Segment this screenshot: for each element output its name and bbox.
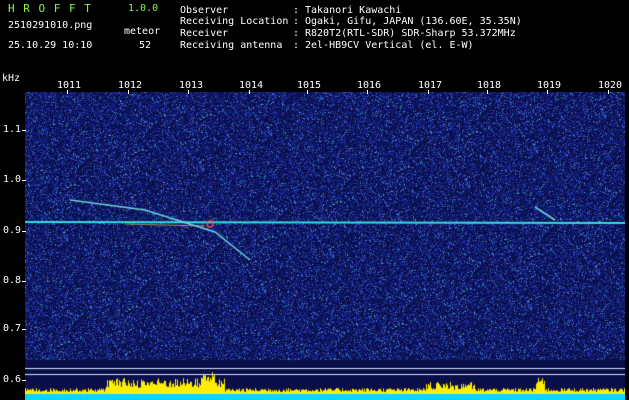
capture-datetime: 25.10.29 10:10 <box>8 40 93 51</box>
antenna-value: 2el-HB9CV Vertical (el. E-W) <box>305 40 474 51</box>
receiver-label: Receiver <box>180 28 229 39</box>
y-tick-label: 0.9 <box>3 225 22 236</box>
image-filename: 2510291010.png <box>8 20 93 31</box>
location-label: Receiving Location <box>180 16 289 27</box>
y-tick-mark <box>22 231 26 232</box>
y-tick-mark <box>22 380 26 381</box>
x-tick-mark <box>487 90 488 94</box>
x-tick-mark <box>608 90 609 94</box>
hroft-window: H R O F F T 1.0.0 2510291010.png 25.10.2… <box>0 0 629 400</box>
observer-value: Takanori Kawachi <box>305 5 402 16</box>
x-tick-label: 1017 <box>418 80 443 91</box>
antenna-label: Receiving antenna <box>180 40 283 51</box>
x-tick-label: 1018 <box>477 80 502 91</box>
x-tick-mark <box>188 90 189 94</box>
x-tick-label: 1020 <box>598 80 623 91</box>
receiver-value: R820T2(RTL-SDR) SDR-Sharp 53.372MHz <box>305 28 516 39</box>
x-tick-mark <box>547 90 548 94</box>
x-tick-label: 1011 <box>57 80 82 91</box>
location-sep: : <box>293 16 300 27</box>
y-tick-label: 0.7 <box>3 323 22 334</box>
observer-sep: : <box>293 5 300 16</box>
y-tick-label: 1.0 <box>3 174 22 185</box>
x-tick-label: 1019 <box>537 80 562 91</box>
x-tick-label: 1015 <box>297 80 322 91</box>
x-tick-mark <box>249 90 250 94</box>
x-tick-mark <box>307 90 308 94</box>
location-value: Ogaki, Gifu, JAPAN (136.60E, 35.35N) <box>305 16 522 27</box>
spectrogram-plot <box>25 92 625 400</box>
y-unit-label: kHz <box>2 73 21 84</box>
x-tick-mark <box>367 90 368 94</box>
y-tick-mark <box>22 281 26 282</box>
x-tick-label: 1014 <box>239 80 264 91</box>
app-title: H R O F F T <box>8 2 92 15</box>
y-tick-mark <box>22 180 26 181</box>
x-tick-label: 1016 <box>357 80 382 91</box>
x-tick-mark <box>67 90 68 94</box>
observer-label: Observer <box>180 5 229 16</box>
x-tick-label: 1012 <box>118 80 143 91</box>
antenna-sep: : <box>293 40 300 51</box>
x-tick-mark <box>128 90 129 94</box>
x-tick-label: 1013 <box>179 80 204 91</box>
app-version: 1.0.0 <box>128 3 159 14</box>
meteor-count: 52 <box>139 40 152 51</box>
receiver-sep: : <box>293 28 300 39</box>
y-tick-mark <box>22 130 26 131</box>
x-tick-mark <box>428 90 429 94</box>
y-tick-mark <box>22 329 26 330</box>
y-tick-label: 0.8 <box>3 275 22 286</box>
y-tick-label: 0.6 <box>3 374 22 385</box>
y-tick-label: 1.1 <box>3 124 22 135</box>
meteor-label: meteor <box>124 26 161 37</box>
